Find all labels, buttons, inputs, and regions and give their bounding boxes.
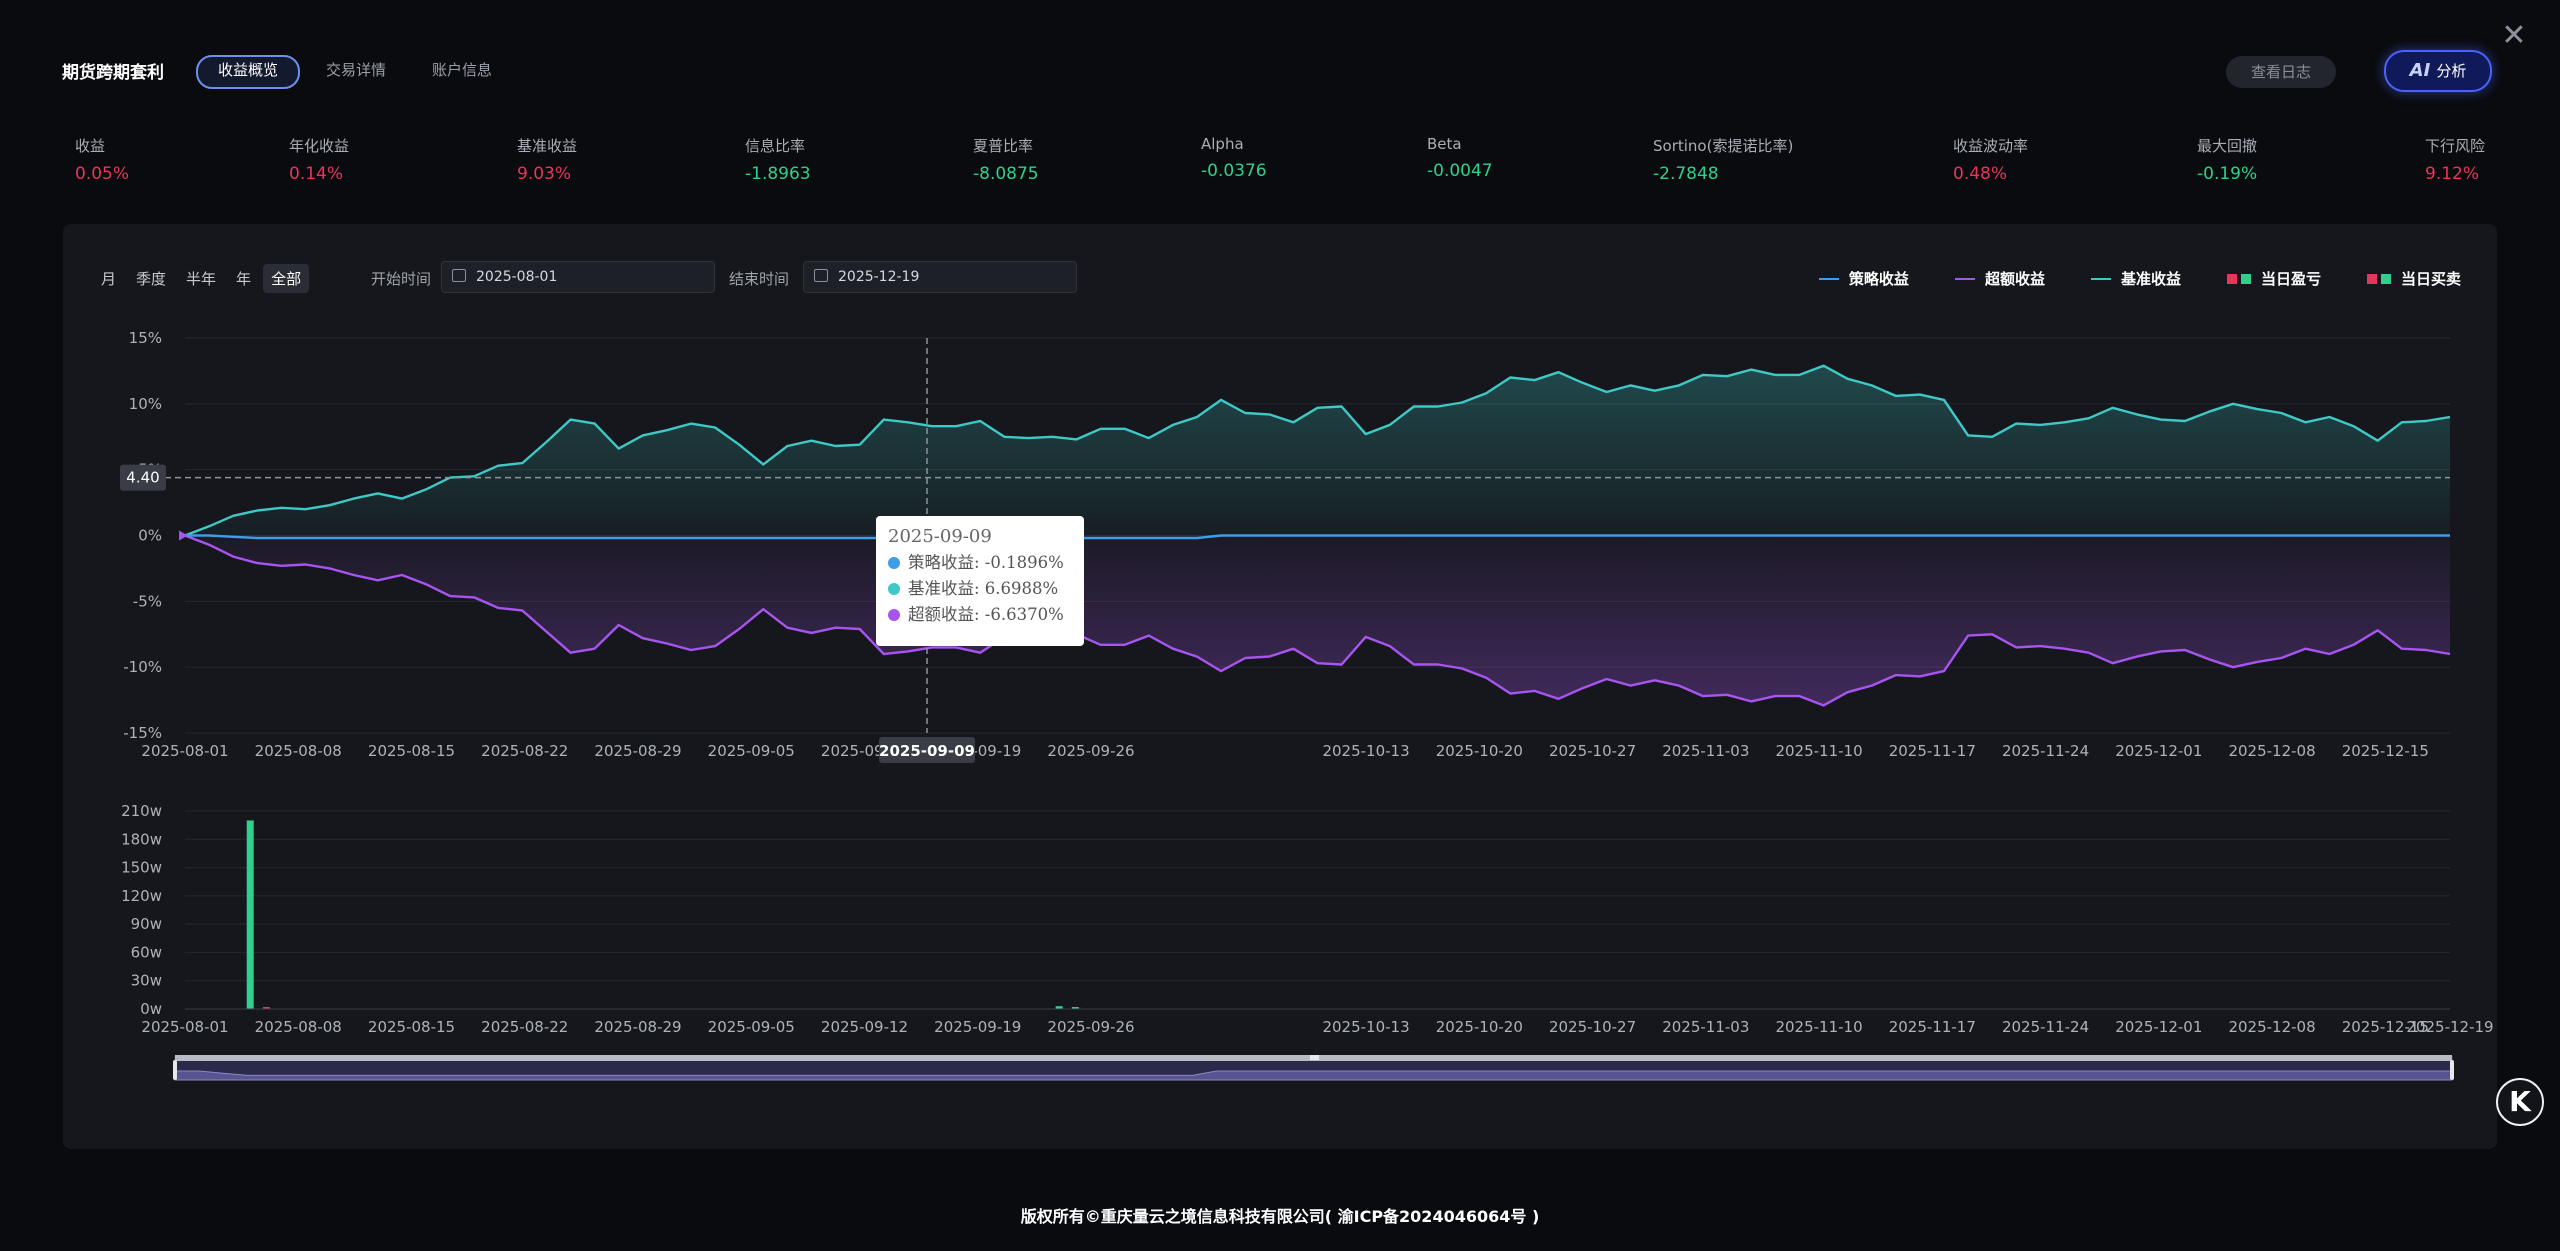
bar-x-tick-label: 2025-11-24: [2002, 1018, 2089, 1036]
tooltip-row: 策略收益: -0.1896%: [888, 550, 1072, 576]
y-tick-label: -15%: [123, 724, 162, 742]
bar-x-tick-label: 2025-10-27: [1549, 1018, 1636, 1036]
bar-x-tick-label: 2025-12-08: [2228, 1018, 2315, 1036]
bar-x-tick-label: 2025-08-29: [594, 1018, 681, 1036]
y-tick-label: 15%: [129, 329, 162, 347]
x-tick-label: 2025-08-29: [594, 742, 681, 760]
tooltip-text: 策略收益: -0.1896%: [908, 553, 1064, 572]
bar-x-tick-label: 2025-09-12: [821, 1018, 908, 1036]
bar-y-tick-label: 30w: [131, 972, 162, 990]
bar-y-tick-label: 0w: [140, 1000, 162, 1018]
tooltip-text: 超额收益: -6.6370%: [908, 605, 1064, 624]
x-tick-label: 2025-10-13: [1322, 742, 1409, 760]
bar-y-tick-label: 180w: [121, 830, 162, 848]
dot-icon: [888, 609, 900, 621]
bar-y-tick-label: 120w: [121, 887, 162, 905]
zoom-handle-left: [173, 1060, 177, 1080]
zoom-range-grip: [1310, 1055, 1319, 1060]
y-tick-label: -10%: [123, 658, 162, 676]
bar-x-tick-label: 2025-09-19: [934, 1018, 1021, 1036]
bar-x-tick-label: 2025-11-17: [1889, 1018, 1976, 1036]
x-tick-label: 2025-11-17: [1889, 742, 1976, 760]
excess-area: [185, 535, 2450, 706]
x-tick-label: 2025-08-08: [255, 742, 342, 760]
x-tick-label: 2025-09-05: [708, 742, 795, 760]
start-marker-icon: [179, 530, 188, 541]
main-axes: 2025-08-01 2025-08-08 2025-08-15 2025-08-22…: [141, 742, 2428, 760]
x-tick-label: 2025-10-20: [1436, 742, 1523, 760]
y-tick-label: 0%: [138, 527, 162, 545]
dot-icon: [888, 583, 900, 595]
k-logo-button[interactable]: K: [2496, 1078, 2544, 1126]
zoom-slider[interactable]: [173, 1055, 2454, 1081]
x-tick-label: 2025-10-27: [1549, 742, 1636, 760]
bar-x-tick-label: 2025-12-19: [2406, 1018, 2493, 1036]
zoom-handle-right: [2450, 1060, 2454, 1080]
dot-icon: [888, 557, 900, 569]
tooltip-date: 2025-09-09: [888, 526, 992, 547]
chart-tooltip: 2025-09-09 策略收益: -0.1896% 基准收益: 6.6988% …: [876, 516, 1084, 646]
x-tick-label: 2025-08-01: [141, 742, 228, 760]
bar-x-tick-label: 2025-08-22: [481, 1018, 568, 1036]
x-tick-label: 2025-09-26: [1047, 742, 1134, 760]
bar-y-tick-label: 210w: [121, 802, 162, 820]
bar-x-tick-label: 2025-11-03: [1662, 1018, 1749, 1036]
y-tick-label: -5%: [133, 592, 162, 610]
chart-canvas[interactable]: 15%10%5%0%-5%-10%-15% 2025-08-012025-08-…: [0, 0, 2560, 1251]
bar-x-tick-label: 2025-08-15: [368, 1018, 455, 1036]
tooltip-row: 超额收益: -6.6370%: [888, 602, 1072, 628]
bar-x-tick-label: 2025-09-26: [1047, 1018, 1134, 1036]
bar-y-tick-label: 90w: [131, 915, 162, 933]
bar-grid: 210w 180w 150w 120w 90w 60w 30w 0w: [121, 802, 2450, 1018]
bar-x-tick-label: 2025-11-10: [1775, 1018, 1862, 1036]
bar-y-tick-label: 60w: [131, 943, 162, 961]
bar-x-tick-label: 2025-10-13: [1322, 1018, 1409, 1036]
x-tick-label: 2025-12-15: [2342, 742, 2429, 760]
crosshair-y-label: 4.40: [126, 469, 159, 487]
y-tick-label: 10%: [129, 395, 162, 413]
x-tick-label: 2025-12-08: [2228, 742, 2315, 760]
x-tick-label: 2025-08-15: [368, 742, 455, 760]
benchmark-area: [185, 365, 2450, 536]
bar-x-tick-label: 2025-08-08: [255, 1018, 342, 1036]
x-tick-label: 2025-11-24: [2002, 742, 2089, 760]
bar-x-tick-label: 2025-12-01: [2115, 1018, 2202, 1036]
tooltip-row: 基准收益: 6.6988%: [888, 576, 1072, 602]
bar-x-tick-label: 2025-10-20: [1436, 1018, 1523, 1036]
x-tick-label: 2025-11-03: [1662, 742, 1749, 760]
footer-copyright: 版权所有©重庆量云之境信息科技有限公司( 渝ICP备2024046064号 ): [1020, 1207, 1540, 1226]
bar-x-tick-label: 2025-09-05: [708, 1018, 795, 1036]
bar-x-tick-label: 2025-08-01: [141, 1018, 228, 1036]
bar: [246, 820, 254, 1009]
x-tick-label: 2025-08-22: [481, 742, 568, 760]
crosshair-x-label: 2025-09-09: [879, 742, 975, 760]
tooltip-text: 基准收益: 6.6988%: [908, 579, 1059, 598]
bar-y-tick-label: 150w: [121, 859, 162, 877]
x-tick-label: 2025-11-10: [1775, 742, 1862, 760]
bar-axes: 2025-08-01 2025-08-08 2025-08-15 2025-08-22…: [141, 1008, 2494, 1036]
x-tick-label: 2025-12-01: [2115, 742, 2202, 760]
